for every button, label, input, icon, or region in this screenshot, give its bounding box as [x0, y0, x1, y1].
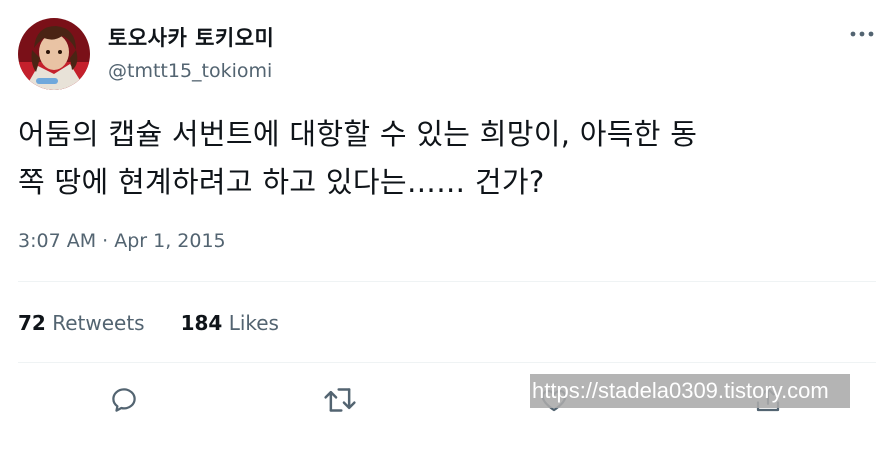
avatar-image: [18, 18, 90, 90]
tweet-timestamp[interactable]: 3:07 AM · Apr 1, 2015: [18, 230, 226, 252]
divider: [18, 281, 876, 282]
retweets-count: 72: [18, 311, 46, 335]
watermark-url: https://stadela0309.tistory.com: [530, 374, 850, 408]
divider: [18, 362, 876, 363]
user-handle[interactable]: @tmtt15_tokiomi: [108, 60, 272, 82]
display-name[interactable]: 토오사카 토키오미: [108, 22, 274, 52]
tweet-text-line: 쪽 땅에 현계하려고 하고 있다는…… 건가?: [18, 165, 545, 199]
tweet-stats: 72 Retweets 184 Likes: [18, 311, 279, 335]
tweet-text: 어둠의 캡슐 서번트에 대항할 수 있는 희망이, 아득한 동 쪽 땅에 현계하…: [18, 110, 878, 206]
retweets-label: Retweets: [52, 311, 145, 335]
tweet-text-line: 어둠의 캡슐 서번트에 대항할 수 있는 희망이, 아득한 동: [18, 117, 698, 151]
likes-stat[interactable]: 184 Likes: [181, 311, 279, 335]
likes-count: 184: [180, 311, 223, 335]
avatar[interactable]: [18, 18, 90, 90]
likes-label: Likes: [228, 311, 279, 335]
retweets-stat[interactable]: 72 Retweets: [18, 311, 145, 335]
reply-button[interactable]: [104, 380, 144, 420]
more-icon: [850, 31, 874, 37]
reply-icon: [112, 388, 136, 412]
retweet-button[interactable]: [320, 380, 360, 420]
retweet-icon: [324, 388, 356, 412]
more-button[interactable]: [846, 20, 878, 48]
